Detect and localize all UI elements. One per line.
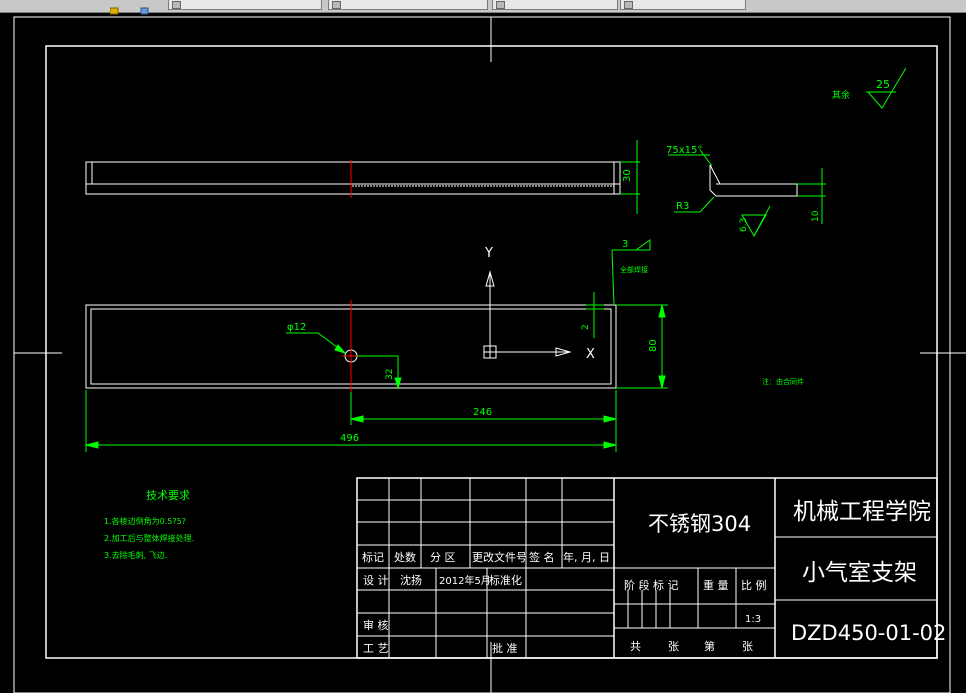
dim-10-text: 10 xyxy=(811,210,821,222)
weight-label: 重 量 xyxy=(703,578,729,592)
rev-header-2: 处数 xyxy=(394,551,416,564)
dim-63-text: 6.3 xyxy=(739,218,749,232)
review-label: 审 核 xyxy=(363,618,389,632)
scale-value: 1:3 xyxy=(745,614,761,625)
dim-246-text: 246 xyxy=(473,407,492,418)
dim-80-text: 80 xyxy=(648,339,659,352)
axis-x-label: X xyxy=(586,347,595,362)
tab-1[interactable] xyxy=(168,0,322,10)
design-date: 2012年5月 xyxy=(439,574,491,587)
sheet-label: 张 xyxy=(668,640,679,653)
radius-label: R3 xyxy=(676,201,689,212)
dim-2-text: 2 xyxy=(581,324,591,330)
designer-name: 沈扬 xyxy=(400,573,422,587)
note-right-text: 注：由合同件 xyxy=(762,377,804,386)
drawing-canvas[interactable]: 30 75x15° R3 10 6.3 Y X 496 246 80 32 2 … xyxy=(0,13,966,693)
front-dimensions xyxy=(85,239,668,452)
stage-label: 阶 段 标 记 xyxy=(624,578,679,592)
cube-icon[interactable] xyxy=(140,0,149,15)
rev-header-3: 分 区 xyxy=(430,551,456,564)
tab-icon xyxy=(624,1,633,9)
sheet-outer-frame xyxy=(13,16,951,693)
surface-value-text: 25 xyxy=(876,78,890,91)
part-name: 小气室支架 xyxy=(802,560,917,586)
design-label: 设 计 xyxy=(363,574,389,587)
dim-32-text: 32 xyxy=(385,369,395,380)
rev-header-6: 年, 月, 日 xyxy=(563,550,610,564)
material-text: 不锈钢304 xyxy=(648,512,751,536)
page-label: 第 xyxy=(704,639,715,653)
school-name: 机械工程学院 xyxy=(793,499,931,525)
tech-item-3: 3.去除毛刺, 飞边. xyxy=(104,550,167,560)
rev-header-4: 更改文件号 xyxy=(472,550,527,564)
chamfer-label: 75x15° xyxy=(666,145,702,156)
tab-3[interactable] xyxy=(492,0,618,10)
surface-rest-text: 其余 xyxy=(832,89,850,101)
weld-size-text: 3 xyxy=(622,239,628,250)
dim-total-text: 496 xyxy=(340,433,359,444)
drawing-number: DZD450-01-02 xyxy=(791,621,946,645)
window-tab-bar xyxy=(0,0,966,15)
ucs-icon xyxy=(483,270,572,359)
top-view xyxy=(85,161,621,195)
hole-label: φ12 xyxy=(287,322,306,333)
rev-header-1: 标记 xyxy=(362,550,384,564)
tech-item-2: 2.加工后与整体焊接处理. xyxy=(104,533,194,543)
process-label: 工 艺 xyxy=(363,642,389,655)
layer-icon[interactable] xyxy=(109,0,119,15)
tab-2[interactable] xyxy=(328,0,488,10)
tab-icon xyxy=(332,1,341,9)
dim-30-text: 30 xyxy=(622,169,633,182)
tab-4[interactable] xyxy=(620,0,746,10)
weld-note-text: 全部焊接 xyxy=(620,265,648,274)
detail-view xyxy=(709,164,798,197)
tech-item-1: 1.各棱边倒角为0.5?5? xyxy=(104,516,186,526)
tech-title: 技术要求 xyxy=(146,489,190,502)
scale-label: 比 例 xyxy=(741,578,767,592)
approve-label: 批 准 xyxy=(492,641,518,655)
rev-header-5: 签 名 xyxy=(529,550,555,564)
axis-y-label: Y xyxy=(484,246,493,261)
sheet-label-2: 张 xyxy=(742,640,753,653)
tab-icon xyxy=(496,1,505,9)
standardize-label: 标准化 xyxy=(489,573,522,587)
tab-icon xyxy=(172,1,181,9)
total-label: 共 xyxy=(630,640,641,653)
